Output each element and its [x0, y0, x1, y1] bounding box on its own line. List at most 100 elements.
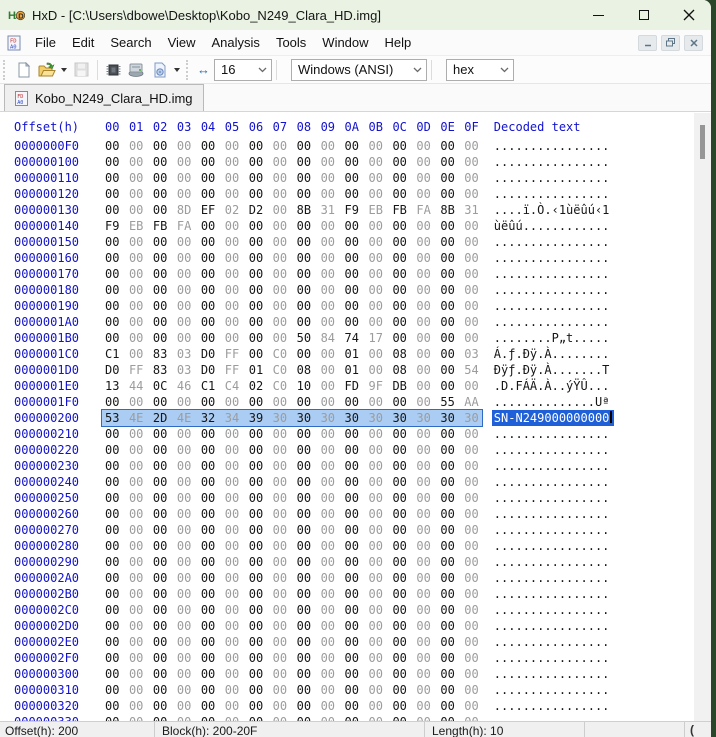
hex-bytes[interactable]: 00 00 00 00 00 00 00 00 00 00 00 00 00 00 00 00 [105, 698, 479, 714]
hex-row[interactable]: 000000240 00 00 00 00 00 00 00 00 00 00 00 00 00 00 00 0… [0, 474, 694, 490]
hex-byte[interactable]: 00 [129, 682, 144, 698]
hex-row[interactable]: 000000190 00 00 00 00 00 00 00 00 00 00 00 00 00 00 00 0… [0, 298, 694, 314]
hex-byte[interactable]: 00 [225, 474, 240, 490]
hex-byte[interactable]: FF [225, 346, 240, 362]
hex-byte[interactable]: 00 [321, 250, 336, 266]
hex-byte[interactable]: 00 [273, 698, 288, 714]
hex-byte[interactable]: 00 [345, 570, 360, 586]
hex-byte[interactable]: 00 [105, 314, 120, 330]
hex-byte[interactable]: 00 [249, 682, 264, 698]
hex-byte[interactable]: 00 [201, 394, 216, 410]
hex-byte[interactable]: 00 [345, 682, 360, 698]
hex-byte[interactable]: 00 [177, 618, 192, 634]
hex-byte[interactable]: 00 [297, 650, 312, 666]
hex-byte[interactable]: 00 [392, 234, 407, 250]
hex-byte[interactable]: 00 [273, 314, 288, 330]
hex-byte[interactable]: 00 [416, 602, 431, 618]
hex-byte[interactable]: 34 [225, 410, 240, 426]
hex-byte[interactable]: 00 [321, 282, 336, 298]
hex-byte[interactable]: 00 [225, 538, 240, 554]
hex-byte[interactable]: 00 [392, 650, 407, 666]
hex-byte[interactable]: 00 [105, 234, 120, 250]
hex-byte[interactable]: 00 [392, 714, 407, 721]
hex-bytes[interactable]: 00 00 00 00 00 00 00 00 00 00 00 00 00 00 00 00 [105, 266, 479, 282]
hex-byte[interactable]: C0 [273, 378, 288, 394]
hex-byte[interactable]: 00 [105, 666, 120, 682]
hex-byte[interactable]: 00 [225, 586, 240, 602]
hex-byte[interactable]: 00 [177, 650, 192, 666]
menu-item-window[interactable]: Window [314, 31, 376, 54]
hex-byte[interactable]: 00 [440, 666, 455, 682]
open-disk-button[interactable] [125, 58, 148, 81]
hex-byte[interactable]: 31 [464, 202, 479, 218]
hex-byte[interactable]: 17 [368, 330, 383, 346]
hex-byte[interactable]: 01 [249, 362, 264, 378]
hex-byte[interactable]: 00 [273, 634, 288, 650]
hex-byte[interactable]: 00 [297, 586, 312, 602]
hex-byte[interactable]: 00 [153, 394, 168, 410]
hex-byte[interactable]: 00 [177, 698, 192, 714]
hex-bytes[interactable]: 00 00 00 00 00 00 00 00 00 00 00 00 00 00 00 00 [105, 586, 479, 602]
hex-bytes[interactable]: 00 00 00 00 00 00 00 00 00 00 00 00 00 00 00 00 [105, 298, 479, 314]
hex-byte[interactable]: FA [416, 202, 431, 218]
hex-byte[interactable]: C1 [201, 378, 216, 394]
hex-byte[interactable]: D2 [249, 202, 264, 218]
hex-byte[interactable]: 00 [153, 586, 168, 602]
hex-byte[interactable]: 00 [105, 586, 120, 602]
hex-bytes[interactable]: 00 00 00 00 00 00 00 00 00 00 00 00 00 00 00 00 [105, 282, 479, 298]
open-file-button[interactable] [35, 58, 58, 81]
hex-byte[interactable]: 00 [297, 458, 312, 474]
hex-byte[interactable]: 00 [440, 522, 455, 538]
hex-byte[interactable]: 00 [105, 266, 120, 282]
hex-bytes[interactable]: 00 00 00 00 00 00 00 00 00 00 00 00 00 00 00 00 [105, 250, 479, 266]
hex-byte[interactable]: 00 [345, 154, 360, 170]
hex-byte[interactable]: 00 [225, 218, 240, 234]
hex-byte[interactable]: 00 [392, 218, 407, 234]
hex-byte[interactable]: 00 [321, 426, 336, 442]
menu-item-file[interactable]: File [27, 31, 64, 54]
hex-row[interactable]: 000000230 00 00 00 00 00 00 00 00 00 00 00 00 00 00 00 0… [0, 458, 694, 474]
hex-byte[interactable]: 00 [392, 506, 407, 522]
hex-byte[interactable]: 00 [368, 442, 383, 458]
hex-row[interactable]: 000000100 00 00 00 00 00 00 00 00 00 00 00 00 00 00 00 0… [0, 154, 694, 170]
hex-byte[interactable]: 00 [440, 154, 455, 170]
hex-byte[interactable]: 00 [273, 394, 288, 410]
hex-byte[interactable]: 00 [416, 442, 431, 458]
hex-byte[interactable]: 00 [440, 714, 455, 721]
hex-byte[interactable]: 00 [416, 298, 431, 314]
hex-bytes[interactable]: 00 00 00 00 00 00 00 00 00 00 00 00 00 00 00 00 [105, 634, 479, 650]
hex-byte[interactable]: 00 [201, 586, 216, 602]
hex-byte[interactable]: FA [177, 218, 192, 234]
hex-byte[interactable]: 39 [249, 410, 264, 426]
hex-byte[interactable]: 00 [392, 618, 407, 634]
hex-byte[interactable]: 00 [225, 714, 240, 721]
hex-byte[interactable]: 30 [368, 410, 383, 426]
hex-byte[interactable]: 00 [105, 650, 120, 666]
hex-byte[interactable]: 00 [321, 442, 336, 458]
hex-bytes[interactable]: 00 00 00 00 00 00 00 00 00 00 00 00 00 00 00 00 [105, 170, 479, 186]
hex-byte[interactable]: 00 [416, 490, 431, 506]
offset-base-select[interactable]: hex [446, 58, 514, 81]
decoded-text[interactable]: ................ [494, 186, 610, 202]
hex-byte[interactable]: 00 [177, 570, 192, 586]
hex-byte[interactable]: 00 [464, 314, 479, 330]
decoded-text[interactable]: ùëûú............ [494, 218, 610, 234]
hex-byte[interactable]: 00 [129, 298, 144, 314]
hex-bytes[interactable]: 00 00 00 00 00 00 00 00 00 00 00 00 00 00 00 00 [105, 618, 479, 634]
hex-byte[interactable]: 00 [249, 442, 264, 458]
decoded-text[interactable]: .D.FÁÄ.À..ýŸÛ... [494, 378, 610, 394]
hex-byte[interactable]: 00 [297, 618, 312, 634]
hex-byte[interactable]: 00 [464, 698, 479, 714]
hex-row[interactable]: 0000000F0 00 00 00 00 00 00 00 00 00 00 00 00 00 00 00 0… [0, 138, 694, 154]
hex-byte[interactable]: 00 [177, 634, 192, 650]
hex-byte[interactable]: 00 [345, 394, 360, 410]
hex-byte[interactable]: 00 [249, 138, 264, 154]
hex-byte[interactable]: 00 [464, 554, 479, 570]
hex-byte[interactable]: 00 [416, 218, 431, 234]
hex-byte[interactable]: 00 [368, 714, 383, 721]
hex-byte[interactable]: 00 [297, 554, 312, 570]
hex-byte[interactable]: 00 [201, 314, 216, 330]
hex-byte[interactable]: 00 [225, 618, 240, 634]
hex-byte[interactable]: 00 [153, 266, 168, 282]
hex-byte[interactable]: 00 [273, 554, 288, 570]
